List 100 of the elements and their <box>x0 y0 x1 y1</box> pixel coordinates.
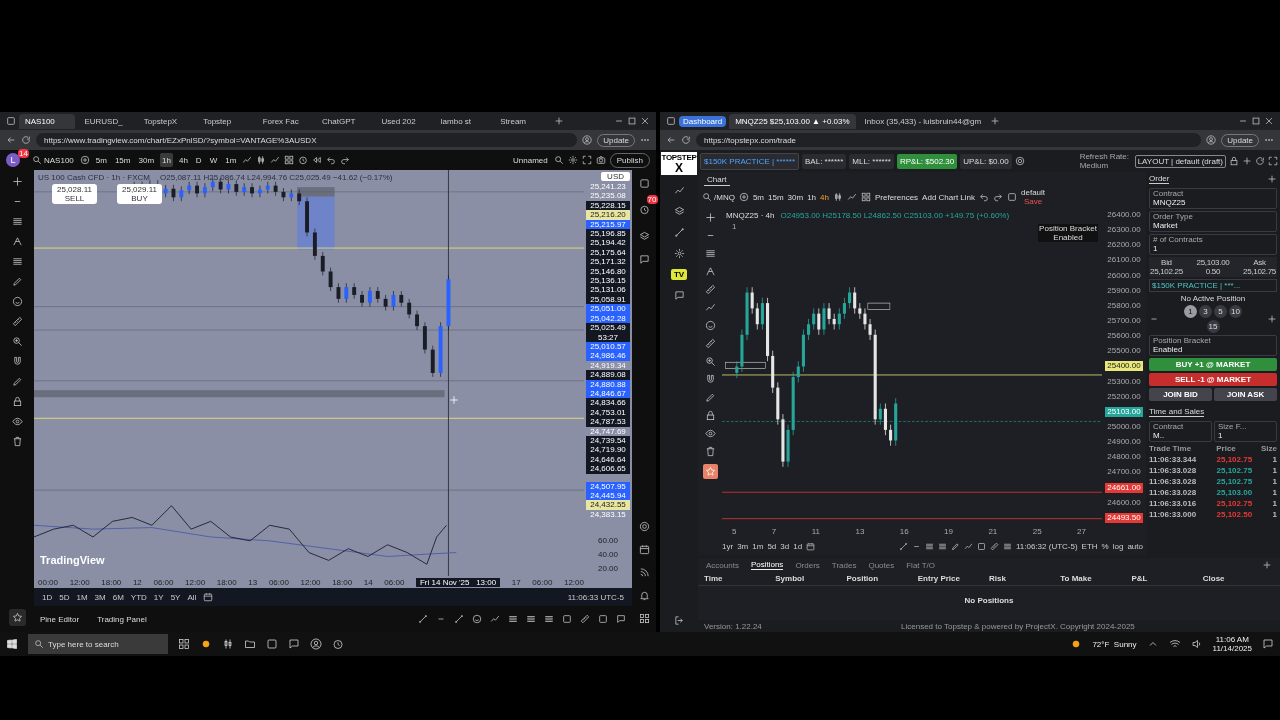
quantity-chip[interactable]: 15 <box>1206 320 1220 333</box>
address-field[interactable]: https://www.tradingview.com/chart/EZxPnlSD/?symbol=VANTAGE%3AUSDX <box>36 133 578 147</box>
interval-button[interactable]: 4h <box>820 192 829 202</box>
panel-tab[interactable]: Positions <box>750 560 784 570</box>
sell-market-button[interactable]: SELL -1 @ MARKET <box>1149 373 1277 386</box>
sell-button[interactable]: 25,028.11 SELL <box>52 184 97 204</box>
time-label: 12:00 <box>69 577 90 587</box>
panel-tab[interactable]: Pine Editor <box>40 614 80 624</box>
contracts-field[interactable]: # of Contracts 1 <box>1149 234 1277 255</box>
browser-tab[interactable]: Stream <box>494 113 551 129</box>
account-dropdown[interactable]: $150K PRACTICE | ****** <box>700 152 799 170</box>
range-button[interactable]: All <box>187 592 197 602</box>
browser-tab[interactable]: Topstep <box>197 113 254 129</box>
range-button[interactable]: 5d <box>767 541 777 551</box>
browser-tab[interactable]: ChatGPT <box>316 113 373 129</box>
quantity-chip[interactable]: 3 <box>1199 305 1212 318</box>
search-field[interactable]: Type here to search <box>28 634 168 654</box>
avatar[interactable]: L <box>6 153 20 167</box>
trade-price: 25,102.75 <box>1216 499 1253 508</box>
price-label: 25,194.42 <box>586 238 630 248</box>
browser-tab[interactable]: Forex Fac <box>256 113 314 129</box>
order-tab[interactable]: Order <box>1149 174 1170 184</box>
date-label: 25 <box>1032 526 1042 536</box>
template-name[interactable]: default <box>1021 188 1046 197</box>
add-chart-link-button[interactable]: Add Chart Link <box>922 192 975 202</box>
range-button[interactable]: 6M <box>112 592 124 602</box>
browser-tab[interactable]: lambo st <box>434 113 492 129</box>
interval-button[interactable]: 30m <box>136 153 157 167</box>
interval-button[interactable]: 1m <box>223 153 239 167</box>
browser-tab[interactable]: MNQZ25 $25,103.00 ▲ +0.03% <box>729 113 856 129</box>
quantity-chip[interactable]: 1 <box>1184 305 1197 318</box>
session-button[interactable]: ETH <box>1081 541 1098 551</box>
interval-button[interactable]: 5m <box>93 153 109 167</box>
browser-tab[interactable]: EURUSD_ <box>78 113 135 129</box>
interval-button[interactable]: 15m <box>768 192 784 202</box>
panel-tab[interactable]: Accounts <box>706 560 739 570</box>
interval-button[interactable]: 1h <box>807 192 817 202</box>
layout-button[interactable]: Unnamed <box>511 153 550 167</box>
symbol-search-button[interactable]: /MNQ <box>702 192 735 202</box>
panel-tab[interactable]: Trades <box>831 560 857 570</box>
account-dropdown[interactable]: $150K PRACTICE | ***... <box>1149 279 1277 292</box>
contract-dropdown[interactable]: Contract M.. <box>1149 421 1212 442</box>
browser-tab[interactable]: TopstepX <box>137 113 195 129</box>
price-label: 24,787.53 <box>586 417 630 427</box>
tv-badge[interactable]: TV <box>670 269 688 280</box>
bracket-dropdown[interactable]: Position Bracket Enabled <box>1149 335 1277 356</box>
browser-tab[interactable]: NAS100 <box>19 113 76 129</box>
tab-group-label[interactable]: Dashboard <box>679 115 727 127</box>
panel-tab[interactable]: Flat T/O <box>906 560 935 570</box>
range-button[interactable]: 1yr <box>722 541 734 551</box>
size-filter-field[interactable]: Size F... 1 <box>1214 421 1277 442</box>
range-button[interactable]: 1d <box>793 541 803 551</box>
panel-tab[interactable]: Trading Panel <box>97 614 147 624</box>
range-button[interactable]: YTD <box>130 592 147 602</box>
price-label: 25,025.49 <box>586 323 630 333</box>
quantity-chip[interactable]: 10 <box>1229 305 1242 318</box>
trade-time: 11:06:33.028 <box>1149 488 1197 497</box>
symbol-search-button[interactable]: NAS100 <box>30 153 76 167</box>
clock-date[interactable]: 11/14/2025 <box>1212 644 1252 653</box>
panel-tab[interactable]: Quotes <box>868 560 895 570</box>
interval-button[interactable]: W <box>207 153 220 167</box>
pane-count[interactable]: 1 <box>732 222 737 231</box>
quantity-chip[interactable]: 5 <box>1214 305 1227 318</box>
interval-button[interactable]: 4h <box>176 153 190 167</box>
range-button[interactable]: 5D <box>59 592 70 602</box>
range-button[interactable]: 3M <box>94 592 106 602</box>
column-header: Trade Time <box>1149 444 1192 453</box>
contract-dropdown[interactable]: Contract MNQZ25 <box>1149 188 1277 209</box>
join-ask-button[interactable]: JOIN ASK <box>1214 388 1277 401</box>
scale-option[interactable]: auto <box>1127 541 1143 551</box>
interval-button[interactable]: 5m <box>752 192 764 202</box>
range-button[interactable]: 3m <box>737 541 749 551</box>
range-button[interactable]: 1D <box>42 592 53 602</box>
interval-button[interactable]: 30m <box>787 192 804 202</box>
range-button[interactable]: 1m <box>752 541 764 551</box>
preferences-button[interactable]: Preferences <box>874 192 919 202</box>
interval-button[interactable]: D <box>193 153 204 167</box>
address-field[interactable]: https://topstepx.com/trade <box>696 133 1202 147</box>
order-type-dropdown[interactable]: Order Type Market <box>1149 211 1277 232</box>
panel-tab[interactable]: Orders <box>795 560 820 570</box>
range-button[interactable]: 3d <box>780 541 790 551</box>
range-button[interactable]: 5Y <box>170 592 181 602</box>
buy-market-button[interactable]: BUY +1 @ MARKET <box>1149 358 1277 371</box>
join-bid-button[interactable]: JOIN BID <box>1149 388 1212 401</box>
scale-option[interactable]: % <box>1101 541 1109 551</box>
interval-button[interactable]: 1h <box>160 153 173 167</box>
layout-dropdown[interactable]: LAYOUT | default (draft) <box>1134 154 1226 168</box>
interval-button[interactable]: 15m <box>112 153 133 167</box>
currency-dropdown[interactable]: USD <box>601 171 630 181</box>
weather-text[interactable]: 72°F Sunny <box>1092 639 1137 649</box>
time-and-sales-tab[interactable]: Time and Sales <box>1149 407 1205 417</box>
range-button[interactable]: 1Y <box>153 592 164 602</box>
browser-tab[interactable]: Inbox (35,433) - luisbruin44@gm <box>858 113 988 129</box>
chart-tab[interactable]: Chart <box>704 175 730 186</box>
scale-option[interactable]: log <box>1112 541 1124 551</box>
clock-time[interactable]: 11:06 AM <box>1215 635 1249 644</box>
symbol-legend: US 100 Cash CFD · 1h · FXCM <box>38 173 151 182</box>
position-status: No Active Position <box>1179 294 1247 303</box>
browser-tab[interactable]: Used 202 <box>375 113 432 129</box>
range-button[interactable]: 1M <box>76 592 88 602</box>
